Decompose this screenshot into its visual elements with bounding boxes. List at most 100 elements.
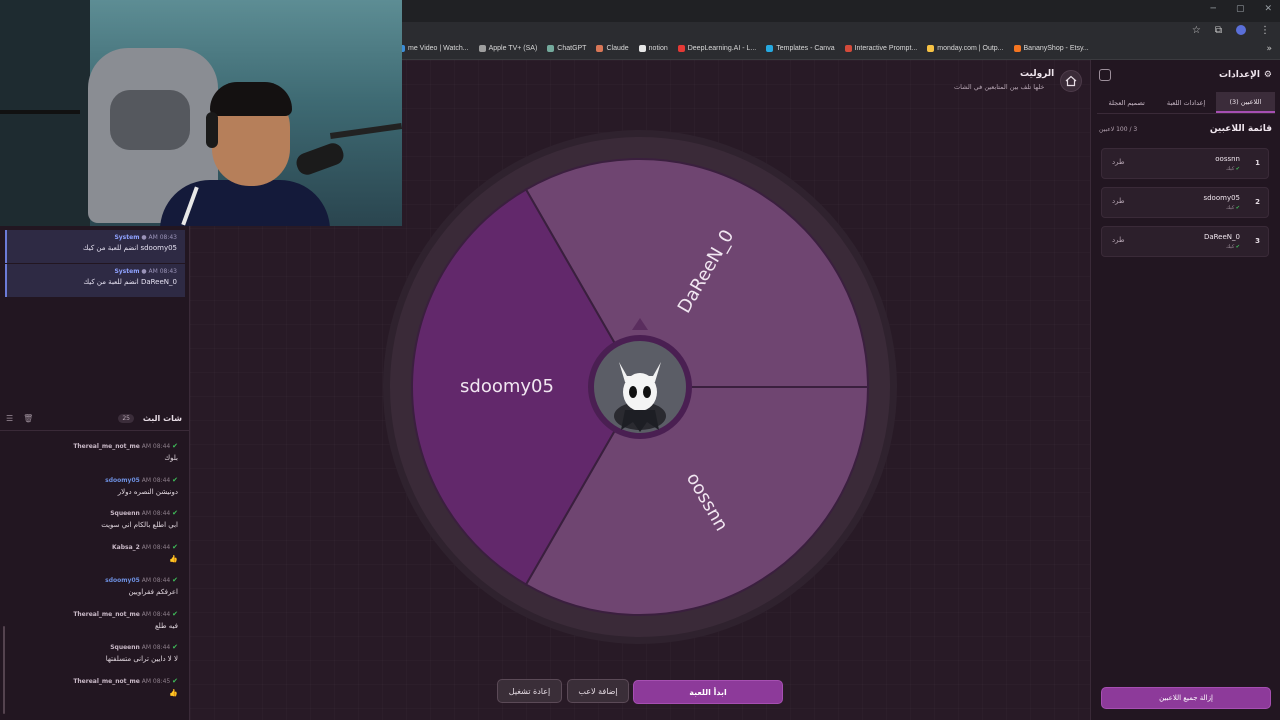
player-number: 3: [1255, 237, 1260, 245]
chat-username[interactable]: sdoomy05: [105, 477, 140, 484]
bookmark-favicon-icon: [677, 45, 685, 52]
bookmark-item[interactable]: Templates - Canva: [766, 45, 835, 52]
chat-text: 👍: [169, 554, 178, 563]
chat-timestamp: AM 08:44: [141, 644, 171, 651]
bookmark-item[interactable]: Interactive Prompt...: [844, 45, 918, 52]
menu-icon[interactable]: ⋮: [1260, 25, 1270, 36]
player-source: ✔ كيك: [1226, 166, 1240, 172]
system-message: System ● AM 08:43 sdoomy05 انضم للعبة من…: [5, 230, 185, 263]
player-count: 3 / 100 لاعبين: [1099, 126, 1138, 133]
chat-username[interactable]: Thereal_me_not_me: [73, 678, 139, 685]
chat-text: 👍: [169, 688, 178, 697]
trash-icon[interactable]: 🗑: [23, 414, 33, 423]
player-number: 2: [1255, 198, 1260, 206]
minimize-icon[interactable]: ─: [1211, 4, 1216, 14]
bookmark-label: Interactive Prompt...: [854, 45, 918, 52]
tab-players[interactable]: اللاعبين (3): [1215, 92, 1275, 113]
chat-message: ✔ Kabsa_2 AM 08:44 👍: [0, 543, 190, 577]
kick-player-button[interactable]: طرد: [1112, 197, 1125, 205]
tab-game-settings[interactable]: إعدادات اللعبة: [1156, 92, 1215, 113]
chat-username[interactable]: sdoomy05: [105, 577, 140, 584]
chat-timestamp: AM 08:45: [141, 677, 171, 685]
bookmark-label: Claude: [606, 45, 629, 52]
bookmark-item[interactable]: ChatGPT: [547, 45, 586, 52]
restart-button[interactable]: إعادة تشغيل: [497, 679, 562, 703]
kick-badge-icon: ✔: [1235, 205, 1240, 211]
bookmark-favicon-icon: [478, 45, 486, 52]
chat-message: ✔ sdoomy05 AM 08:44 دونيشن النصره دولار: [0, 476, 190, 510]
bookmark-favicon-icon: [547, 45, 555, 52]
chat-text: ابي اطلع بالكام اني سويت: [101, 521, 178, 529]
bookmark-item[interactable]: Apple TV+ (SA): [478, 45, 537, 52]
bookmark-favicon-icon: [638, 45, 646, 52]
chat-text: دونيشن النصره دولار: [117, 487, 178, 496]
player-source: ✔ كيك: [1226, 244, 1240, 250]
filter-icon[interactable]: ☰: [6, 414, 13, 423]
kick-player-button[interactable]: طرد: [1112, 236, 1125, 244]
chat-username[interactable]: Squeenn: [110, 510, 140, 517]
chat-text: لا لا دايين ترانى متسلفتها: [105, 655, 178, 663]
bookmark-item[interactable]: DeepLearning.AI - L...: [677, 45, 756, 52]
profile-avatar[interactable]: [1236, 25, 1246, 35]
kick-badge-icon: ✔: [1235, 166, 1240, 172]
chat-username[interactable]: Thereal_me_not_me: [73, 443, 139, 450]
player-card: 3 DaReeN_0 ✔ كيك طرد: [1101, 226, 1269, 257]
chat-message: ✔ sdoomy05 AM 08:44 اعرفكم فقراويين: [0, 576, 190, 610]
player-name: sdoomy05: [1203, 194, 1240, 202]
start-game-button[interactable]: ابدأ اللعبة: [633, 680, 783, 704]
extensions-icon[interactable]: ⧉: [1215, 25, 1222, 36]
player-card: 2 sdoomy05 ✔ كيك طرد: [1101, 187, 1269, 218]
settings-title: الإعدادات: [1218, 70, 1260, 80]
chat-timestamp: AM 08:44: [141, 610, 171, 618]
collapse-panel-icon[interactable]: [1099, 69, 1111, 81]
bookmark-label: notion: [648, 45, 668, 52]
webcam-overlay: [0, 0, 402, 226]
player-card: 1 oossnn ✔ كيك طرد: [1101, 148, 1269, 179]
roulette-wheel[interactable]: DaReeN_0oossnnsdoomy05: [383, 130, 897, 644]
chat-message: ✔ Thereal_me_not_me AM 08:44 فيه طلع: [0, 610, 190, 644]
chat-username[interactable]: Kabsa_2: [112, 544, 140, 551]
chat-scrollbar[interactable]: [3, 626, 5, 714]
kick-player-button[interactable]: طرد: [1112, 158, 1125, 166]
bookmark-label: Templates - Canva: [776, 45, 835, 52]
bookmark-favicon-icon: [766, 45, 774, 52]
bookmark-item[interactable]: me Video | Watch...: [398, 45, 469, 52]
close-icon[interactable]: ✕: [1264, 4, 1272, 14]
player-source: ✔ كيك: [1226, 205, 1240, 211]
bookmarks-overflow-icon[interactable]: »: [1266, 44, 1272, 54]
chat-username[interactable]: Squeenn: [110, 644, 140, 651]
chat-header: شات البث 25 ☰ 🗑: [0, 409, 190, 431]
settings-panel: ⚙ الإعدادات اللاعبين (3) إعدادات اللعبة …: [1090, 60, 1280, 720]
wheel-segment-label: sdoomy05: [460, 376, 554, 397]
home-button[interactable]: [1060, 70, 1082, 92]
page-subtitle: خلها تلف بين المتابعين في الشات: [954, 83, 1045, 91]
kick-badge-icon: ✔: [172, 509, 178, 517]
kick-badge-icon: ✔: [172, 542, 178, 551]
kick-badge-icon: ✔: [172, 475, 178, 484]
bookmark-item[interactable]: BananyShop - Etsy...: [1013, 45, 1089, 52]
remove-all-players-button[interactable]: إزالة جميع اللاعبين: [1101, 687, 1271, 709]
settings-tabs: اللاعبين (3) إعدادات اللعبة تصميم العجلة: [1097, 92, 1275, 114]
chat-timestamp: AM 08:44: [141, 577, 171, 584]
kick-badge-icon: ✔: [172, 676, 178, 685]
bookmark-item[interactable]: notion: [638, 45, 668, 52]
bookmark-item[interactable]: monday.com | Outp...: [927, 45, 1004, 52]
tab-wheel-design[interactable]: تصميم العجلة: [1097, 92, 1156, 113]
bookmark-label: monday.com | Outp...: [937, 45, 1004, 52]
window-controls: ─ ▢ ✕: [1211, 4, 1272, 14]
chat-text: بلوك: [164, 454, 178, 462]
star-icon[interactable]: ☆: [1192, 25, 1201, 36]
bookmark-favicon-icon: [596, 45, 604, 52]
chat-username[interactable]: Thereal_me_not_me: [73, 611, 139, 618]
maximize-icon[interactable]: ▢: [1236, 4, 1245, 14]
kick-badge-icon: ✔: [1235, 244, 1240, 250]
bookmark-item[interactable]: Claude: [596, 45, 629, 52]
gear-icon: ⚙: [1263, 70, 1272, 80]
add-player-button[interactable]: إضافة لاعب: [567, 679, 629, 703]
chat-text: اعرفكم فقراويين: [128, 588, 178, 596]
chat-message: ✔ Squeenn AM 08:44 ابي اطلع بالكام اني سو…: [0, 509, 190, 543]
kick-badge-icon: ✔: [172, 442, 178, 450]
chat-panel: System ● AM 08:43 sdoomy05 انضم للعبة من…: [0, 226, 190, 720]
bookmark-favicon-icon: [844, 45, 852, 52]
chat-timestamp: AM 08:44: [141, 510, 171, 517]
